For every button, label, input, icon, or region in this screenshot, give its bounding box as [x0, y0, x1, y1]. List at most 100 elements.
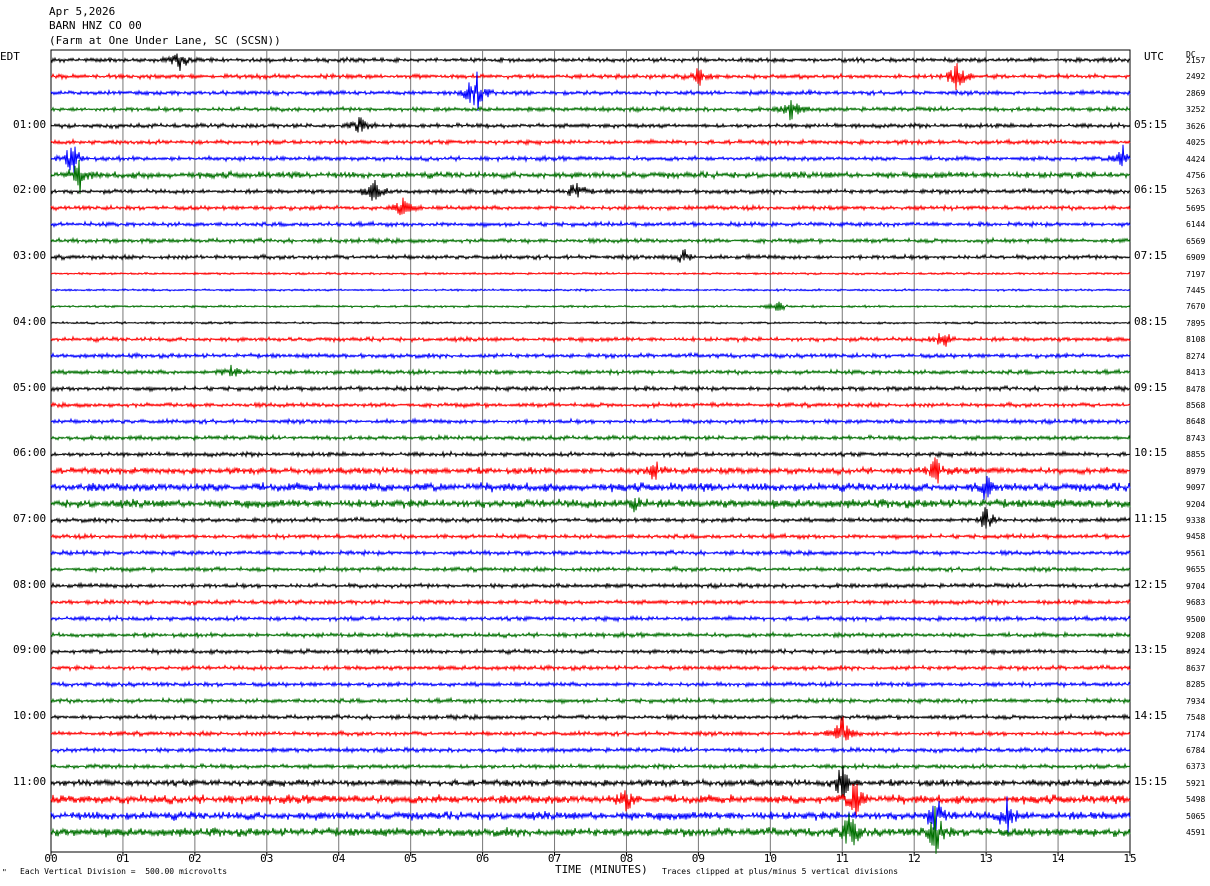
x-tick-label: 15: [1123, 852, 1136, 865]
dc-offset-label: 2157: [1186, 56, 1206, 65]
left-hour-label: 04:00: [13, 314, 47, 328]
trace-row: [50, 532, 1131, 541]
left-hour-label: 02:00: [13, 183, 47, 197]
right-hour-label: 12:15: [1134, 577, 1168, 591]
trace-row: [50, 417, 1131, 426]
dc-offset-label: 5263: [1186, 187, 1206, 197]
dc-offset-label: 7174: [1186, 729, 1206, 739]
trace-row: [50, 236, 1131, 246]
trace-row: [50, 765, 1131, 801]
trace-row: [50, 497, 1131, 513]
dc-offset-label: 5498: [1186, 795, 1206, 805]
dc-offset-label: 5695: [1186, 203, 1206, 213]
dc-offset-label: 8743: [1186, 433, 1206, 443]
trace-row: [50, 647, 1131, 656]
trace-row: [50, 117, 1131, 133]
x-tick-label: 12: [908, 852, 921, 865]
dc-offset-label: 8413: [1186, 368, 1206, 378]
trace-row: [50, 712, 1131, 722]
trace-row: [50, 457, 1131, 484]
x-tick-label: 10: [764, 852, 777, 865]
trace-row: [50, 581, 1131, 590]
dc-offset-label: 9655: [1186, 565, 1206, 575]
right-hour-label: 06:15: [1134, 183, 1168, 197]
trace-row: [50, 100, 1131, 121]
dc-offset-label: 9500: [1186, 614, 1206, 624]
dc-offset-label: 5065: [1186, 811, 1206, 821]
minute-gridlines: [50, 49, 1131, 853]
x-tick-label: 09: [692, 852, 705, 865]
dc-offset-label: 8274: [1186, 351, 1206, 361]
right-hour-label: 09:15: [1134, 380, 1168, 394]
dc-offset-label: 4591: [1186, 828, 1206, 838]
right-hour-label: 05:15: [1134, 117, 1168, 131]
x-tick-label: 13: [980, 852, 993, 865]
right-hour-label: 10:15: [1134, 446, 1168, 460]
dc-offset-label: 3626: [1186, 121, 1206, 131]
dc-offset-label: 4424: [1186, 154, 1206, 164]
trace-row: [50, 364, 1131, 377]
trace-lines: [50, 53, 1131, 854]
dc-offset-label: 9458: [1186, 532, 1206, 542]
trace-row: [50, 287, 1131, 293]
dc-offset-label: 3252: [1186, 105, 1206, 115]
dc-offset-label: 8648: [1186, 417, 1206, 427]
dc-offset-label: 4756: [1186, 171, 1206, 180]
trace-row: [50, 320, 1131, 326]
dc-offset-label: 6569: [1186, 236, 1206, 246]
scale-note: Each Vertical Division = 500.00 microvol…: [20, 867, 228, 876]
left-hour-label: 03:00: [13, 249, 47, 263]
trace-row: [50, 548, 1131, 558]
left-hour-label: 11:00: [13, 774, 47, 788]
trace-row: [50, 663, 1131, 673]
dc-offset-label: 8478: [1186, 384, 1206, 394]
x-axis-title: TIME (MINUTES): [555, 863, 648, 876]
x-tick-label: 14: [1051, 852, 1065, 865]
dc-offset-label: 8285: [1186, 680, 1206, 690]
dc-offset-label: 9097: [1186, 483, 1206, 493]
trace-row: [50, 507, 1131, 529]
dc-offset-label: 6909: [1186, 253, 1206, 263]
trace-row: [50, 745, 1131, 755]
trace-row: [50, 271, 1131, 276]
trace-row: [50, 159, 1131, 195]
dc-offset-label: 8924: [1186, 647, 1206, 657]
left-hour-label: 08:00: [13, 577, 47, 591]
dc-offset-label: 2492: [1186, 72, 1206, 82]
dc-offset-label: 7548: [1186, 713, 1206, 723]
dc-offset-label: 7670: [1186, 302, 1206, 312]
dc-offset-label: 9338: [1186, 516, 1206, 526]
left-hour-label: 05:00: [13, 380, 47, 394]
trace-row: [50, 614, 1131, 623]
right-hour-label: 13:15: [1134, 643, 1168, 657]
trace-row: [50, 597, 1131, 607]
dc-offset-label: 7934: [1186, 696, 1206, 706]
dc-offset-label: 9683: [1186, 598, 1206, 608]
right-hour-label: 08:15: [1134, 314, 1168, 328]
clip-note: Traces clipped at plus/minus 5 vertical …: [662, 867, 899, 876]
dc-offset-label: 6784: [1186, 746, 1206, 756]
left-hour-label: 10:00: [13, 709, 47, 723]
trace-row: [50, 53, 1131, 71]
x-tick-label: 00: [44, 852, 57, 865]
x-tick-label: 03: [260, 852, 273, 865]
dc-offset-label: 8108: [1186, 335, 1206, 345]
trace-row: [50, 249, 1131, 263]
corner-mark: ": [2, 868, 7, 877]
trace-row: [50, 565, 1131, 574]
dc-offset-label: 8855: [1186, 450, 1206, 460]
x-tick-label: 06: [476, 852, 489, 865]
plot-frame: [50, 49, 1131, 853]
trace-row: [50, 63, 1131, 91]
trace-row: [50, 433, 1131, 442]
dc-offset-label: 8637: [1186, 663, 1206, 673]
right-hour-label: 11:15: [1134, 512, 1168, 526]
trace-row: [50, 450, 1131, 459]
trace-row: [50, 400, 1131, 410]
dc-offset-label: 9204: [1186, 499, 1206, 509]
x-tick-label: 04: [332, 852, 346, 865]
x-tick-label: 01: [116, 852, 129, 865]
dc-offset-label: 7197: [1186, 269, 1206, 279]
trace-row: [50, 680, 1131, 689]
dc-offset-label: 4025: [1186, 138, 1206, 148]
